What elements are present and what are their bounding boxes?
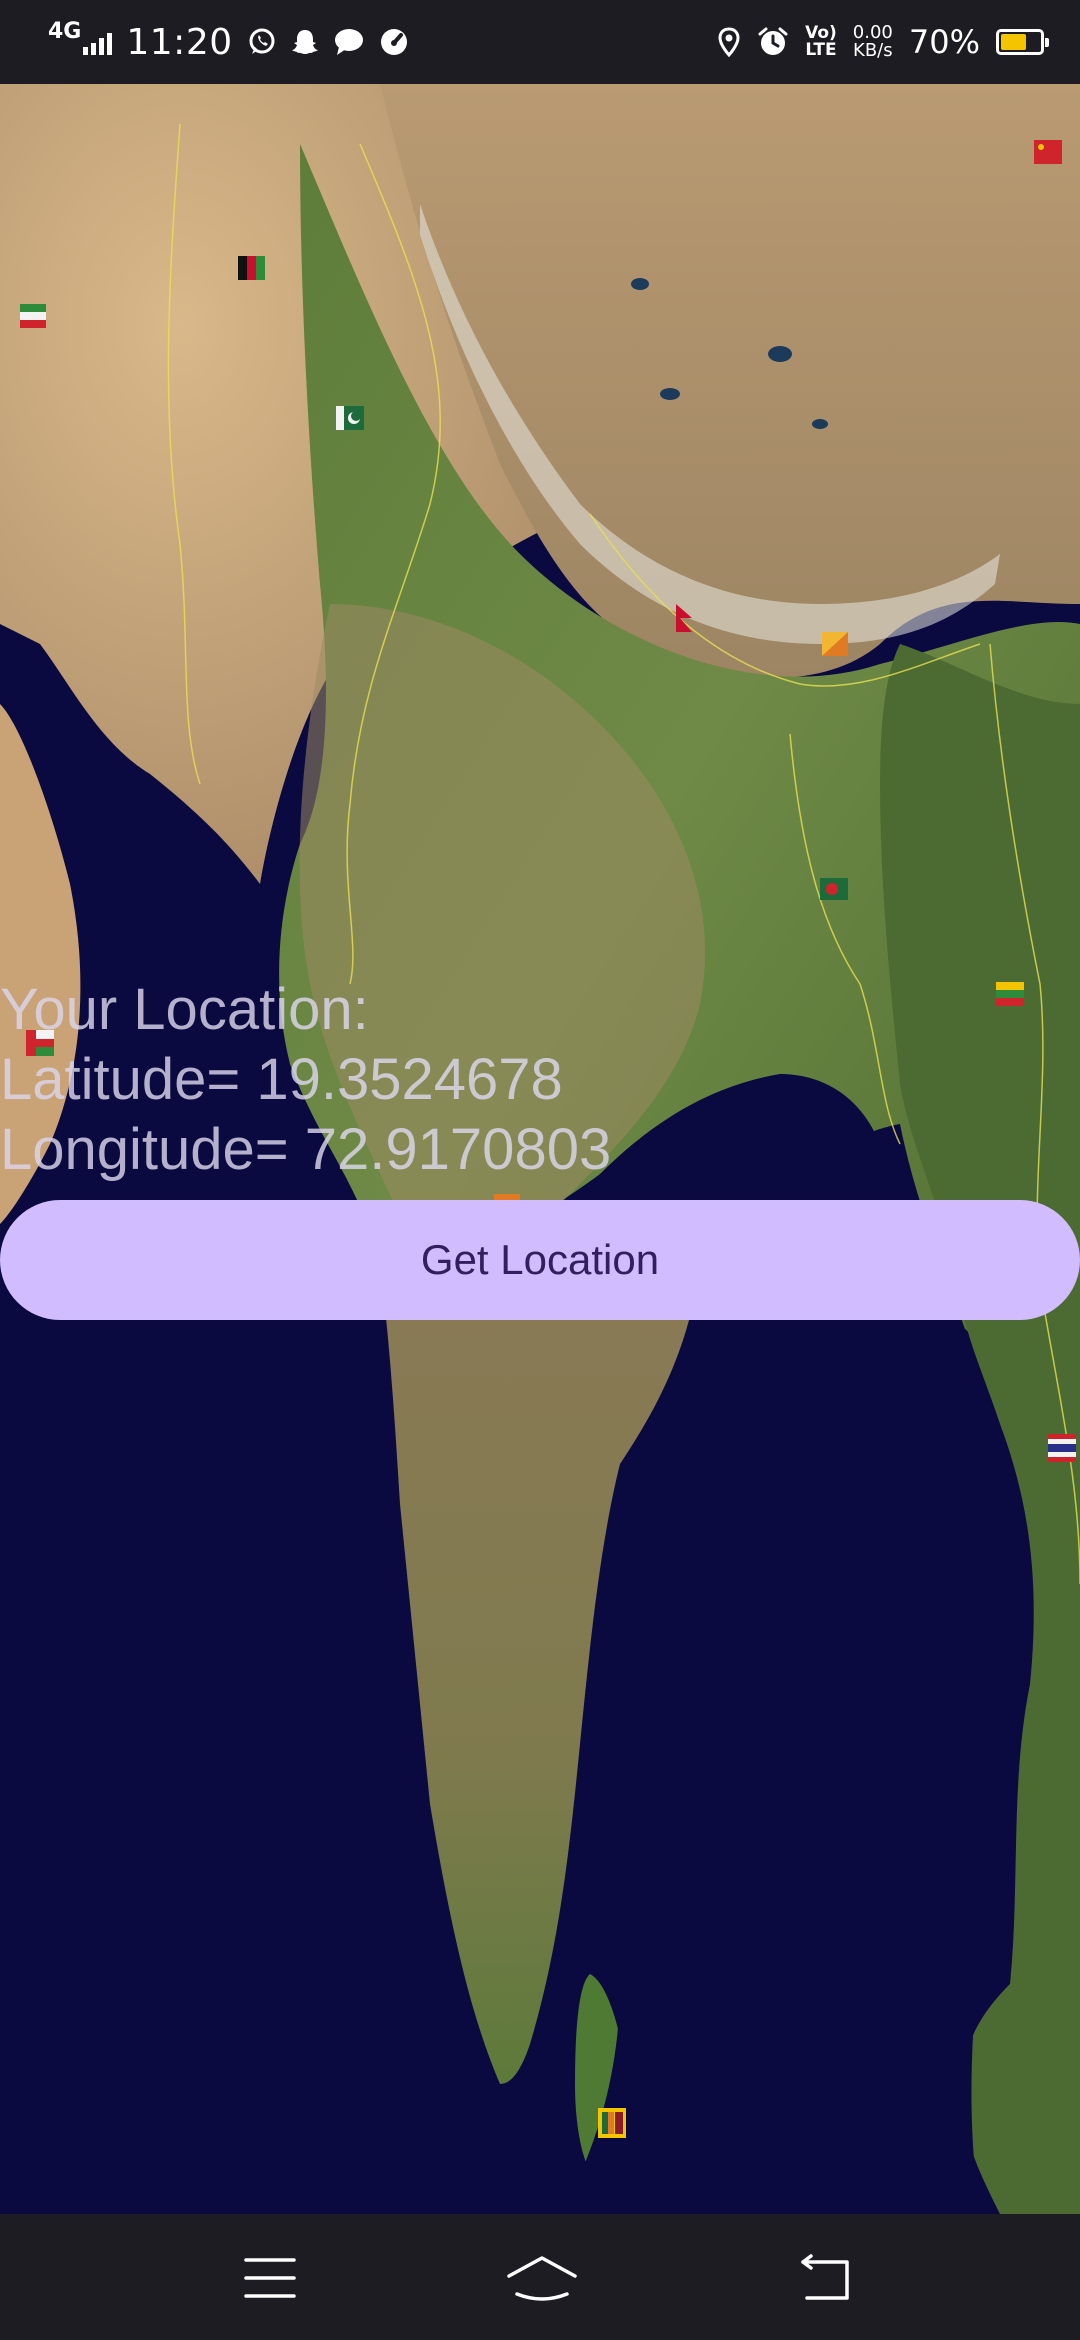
status-bar: 4G 11:20 Vo) LTE 0.00 KB/s 70%: [0, 0, 1080, 84]
flag-bangladesh-icon: [820, 878, 848, 900]
speedometer-icon: [379, 27, 409, 57]
status-bar-left: 4G 11:20: [48, 14, 409, 70]
lake-marker: [660, 388, 680, 400]
alarm-icon: [757, 26, 789, 58]
battery-level-fill: [1001, 34, 1027, 50]
battery-percent: 70%: [908, 23, 980, 61]
battery-icon: [996, 29, 1049, 55]
flag-afghanistan-icon: [238, 256, 265, 280]
status-bar-right: Vo) LTE 0.00 KB/s 70%: [717, 14, 1049, 70]
home-icon[interactable]: [505, 2254, 577, 2304]
messages-icon: [333, 27, 365, 57]
menu-icon[interactable]: [240, 2254, 310, 2304]
lake-marker: [812, 419, 828, 429]
status-time: 11:20: [126, 21, 233, 63]
location-icon: [717, 27, 741, 57]
flag-myanmar-icon: [996, 982, 1024, 1006]
network-type-label: 4G: [48, 19, 82, 44]
location-heading: Your Location:: [0, 977, 369, 1042]
get-location-button[interactable]: Get Location: [0, 1200, 1080, 1320]
lake-marker: [631, 278, 649, 290]
network-speed: 0.00 KB/s: [853, 24, 893, 60]
flag-pakistan-icon: [336, 406, 364, 430]
app-screen: 4G 11:20 Vo) LTE 0.00 KB/s 70% Your Loca…: [0, 0, 1080, 2340]
back-icon[interactable]: [795, 2254, 865, 2304]
flag-thailand-icon: [1048, 1434, 1076, 1462]
longitude-text: Longitude= 72.9170803: [0, 1117, 612, 1182]
snapchat-icon: [291, 27, 319, 57]
whatsapp-icon: [247, 27, 277, 57]
signal-strength-icon: [83, 29, 113, 55]
navigation-bar: [0, 2214, 1080, 2340]
flag-iran-icon: [20, 304, 46, 328]
location-info: Your Location: Latitude= 19.3524678 Long…: [0, 975, 611, 1185]
latitude-text: Latitude= 19.3524678: [0, 1047, 563, 1112]
flag-china-icon: [1034, 140, 1062, 164]
volte-icon: Vo) LTE: [805, 23, 837, 60]
flag-sri-lanka-icon: [598, 2108, 626, 2138]
flag-bhutan-icon: [822, 632, 848, 656]
network-speed-unit: KB/s: [853, 40, 893, 61]
lake-marker: [768, 346, 792, 362]
